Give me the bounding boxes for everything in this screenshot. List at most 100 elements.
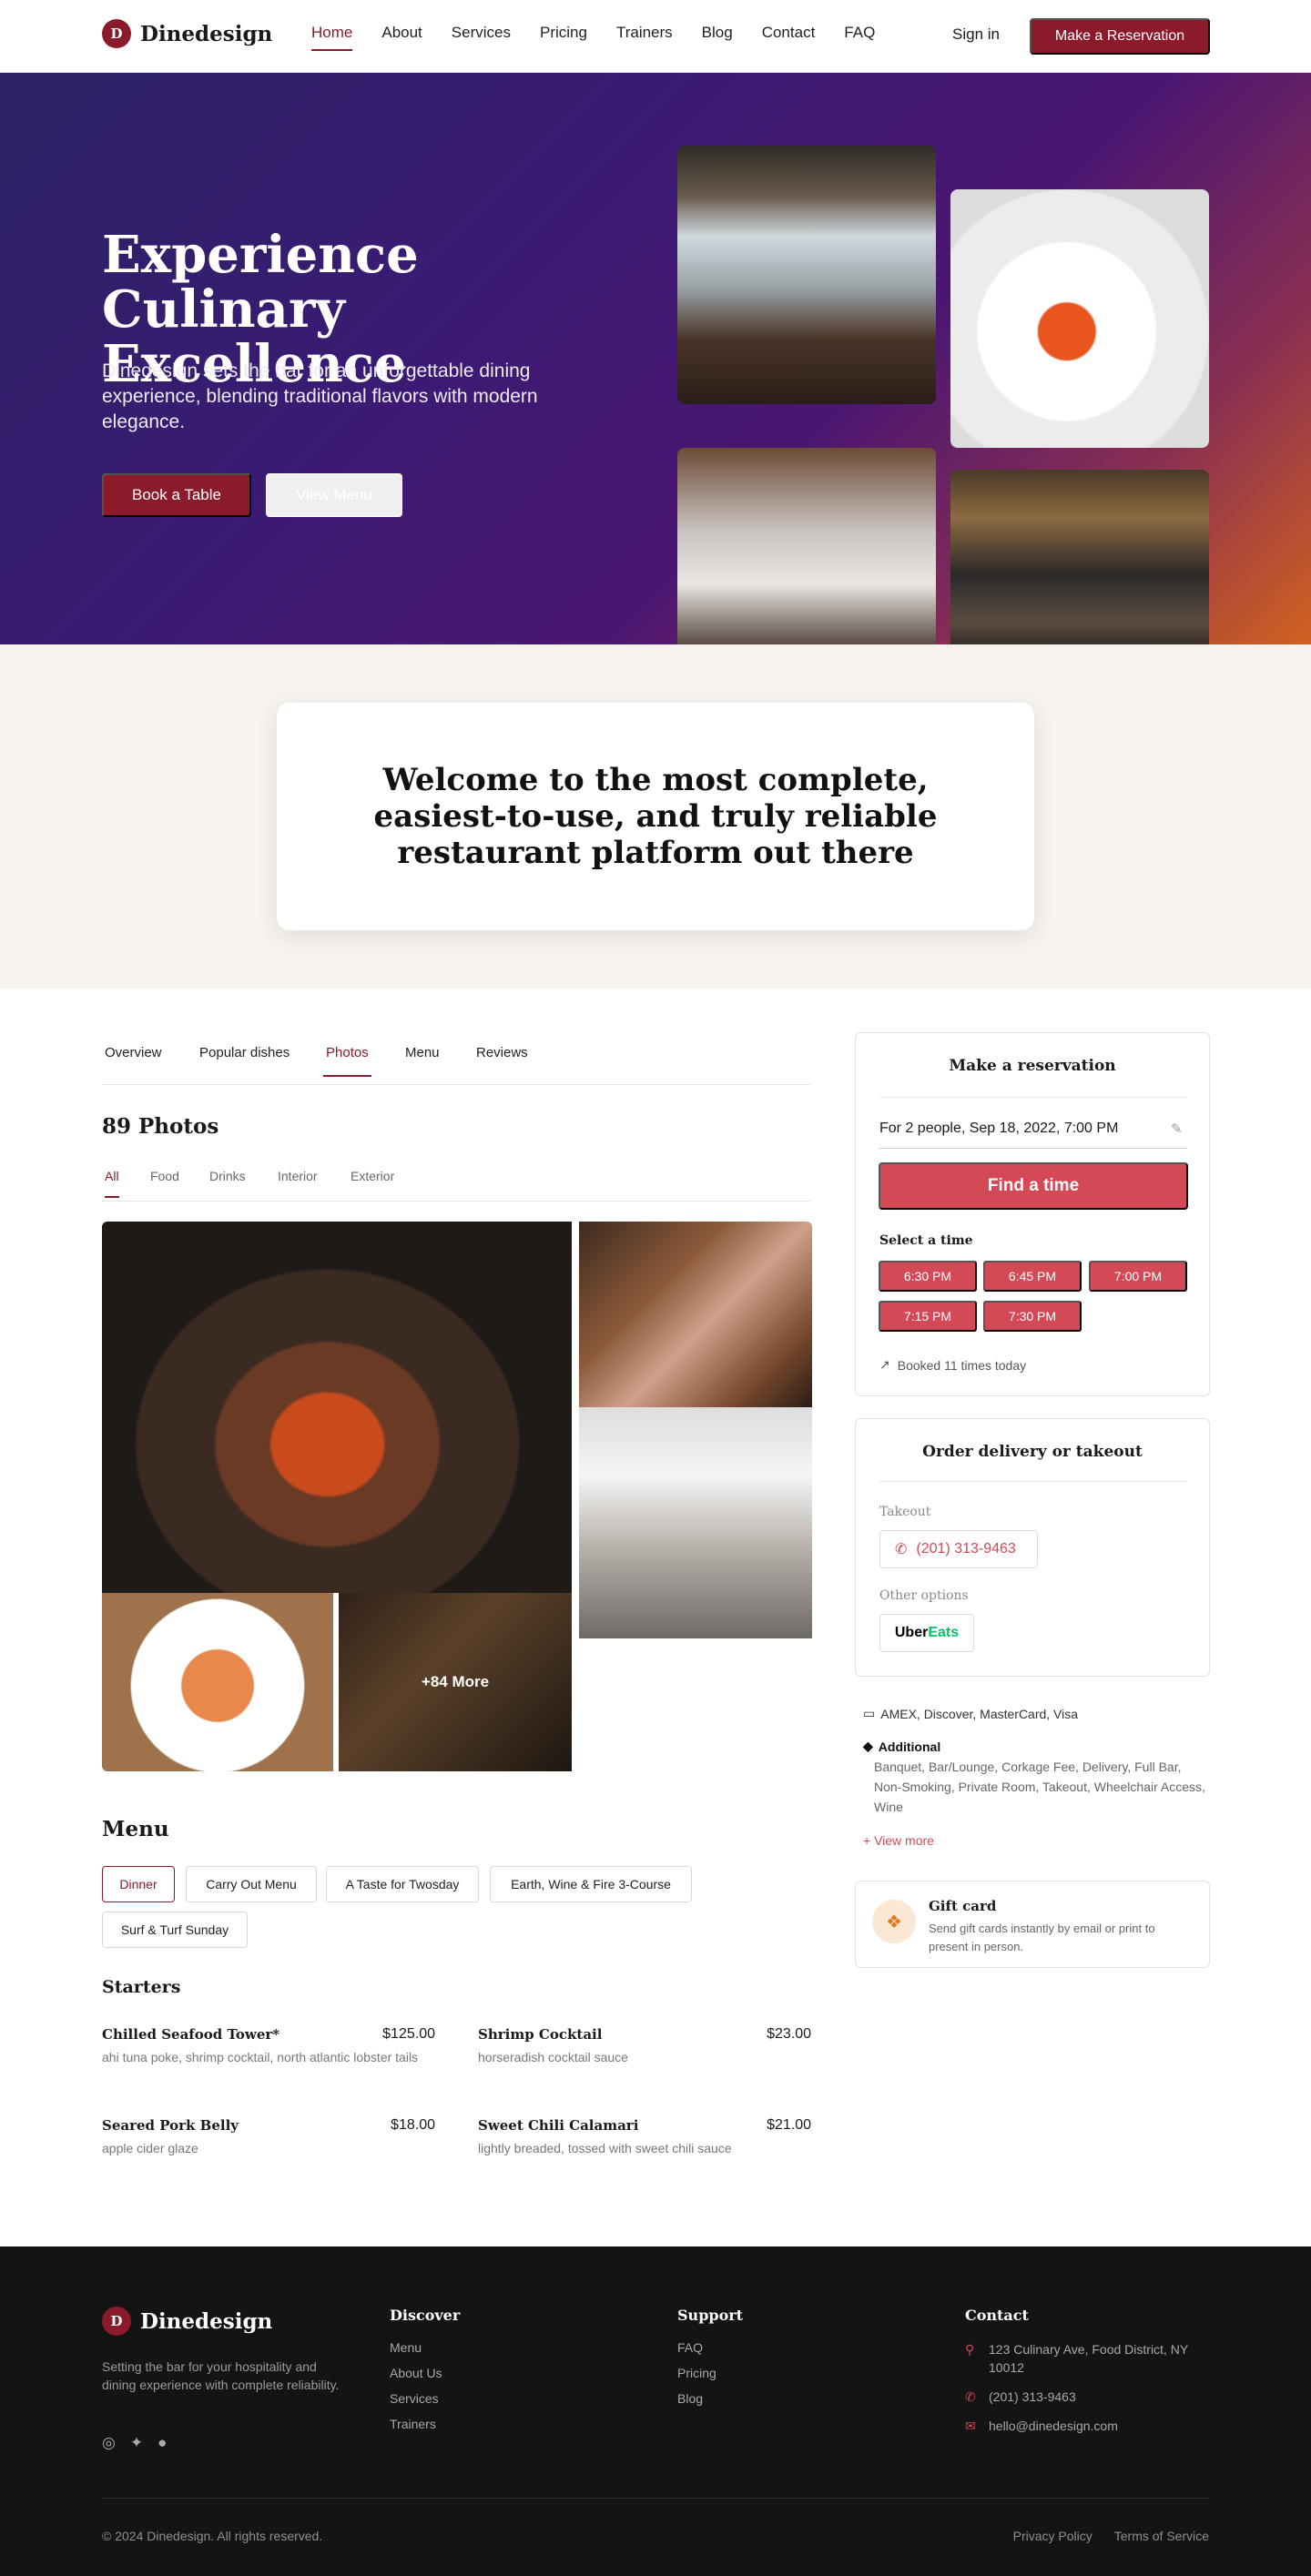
gift-card-title: Gift card bbox=[929, 1898, 997, 1914]
time-slot-button[interactable]: 6:45 PM bbox=[983, 1261, 1082, 1292]
terms-of-service-link[interactable]: Terms of Service bbox=[1114, 2529, 1209, 2543]
contact-address-text: 123 Culinary Ave, Food District, NY 1001… bbox=[989, 2342, 1188, 2375]
contact-address: ⚲ 123 Culinary Ave, Food District, NY 10… bbox=[965, 2340, 1211, 2377]
party-selector[interactable]: For 2 people, Sep 18, 2022, 7:00 PM bbox=[879, 1121, 1118, 1137]
tab-reviews[interactable]: Reviews bbox=[473, 1045, 531, 1075]
facebook-icon[interactable]: ● bbox=[158, 2434, 167, 2452]
uber-eats-logo-uber: Uber bbox=[894, 1625, 929, 1640]
content-tabs: Overview Popular dishes Photos Menu Revi… bbox=[102, 1034, 810, 1085]
contact-phone[interactable]: ✆ (201) 313-9463 bbox=[965, 2388, 1211, 2406]
hero-subtitle: Dinedesign sets the bar for an unforgett… bbox=[102, 360, 538, 432]
pencil-icon[interactable]: ✎ bbox=[1171, 1121, 1183, 1137]
filter-all[interactable]: All bbox=[105, 1169, 119, 1198]
nav-link-trainers[interactable]: Trainers bbox=[616, 24, 673, 51]
time-slot-button[interactable]: 7:30 PM bbox=[983, 1301, 1082, 1332]
social-links: ◎ ✦ ● bbox=[102, 2434, 167, 2452]
menu-category-earth-wine-fire[interactable]: Earth, Wine & Fire 3-Course bbox=[490, 1866, 692, 1902]
footer-link-pricing[interactable]: Pricing bbox=[677, 2366, 743, 2380]
welcome-card: Welcome to the most complete, easiest-to… bbox=[277, 703, 1034, 930]
menu-category-carry-out[interactable]: Carry Out Menu bbox=[186, 1866, 317, 1902]
divider bbox=[879, 1097, 1187, 1098]
uber-eats-button[interactable]: Uber Eats bbox=[879, 1614, 974, 1652]
booked-text: Booked 11 times today bbox=[897, 1357, 1027, 1373]
view-menu-button[interactable]: View Menu bbox=[266, 473, 402, 517]
filter-drinks[interactable]: Drinks bbox=[209, 1169, 246, 1196]
menu-item-price: $23.00 bbox=[767, 2026, 811, 2042]
footer-link-menu[interactable]: Menu bbox=[390, 2340, 460, 2355]
menu-category-twosday[interactable]: A Taste for Twosday bbox=[326, 1866, 479, 1902]
menu-category-dinner[interactable]: Dinner bbox=[102, 1866, 175, 1902]
menu-section-title: Starters bbox=[102, 1977, 181, 1997]
legal-links: Privacy Policy Terms of Service bbox=[1013, 2529, 1209, 2543]
tab-popular-dishes[interactable]: Popular dishes bbox=[197, 1045, 292, 1075]
tab-photos[interactable]: Photos bbox=[323, 1045, 371, 1077]
instagram-icon[interactable]: ◎ bbox=[102, 2434, 116, 2452]
nav-link-blog[interactable]: Blog bbox=[702, 24, 733, 51]
reservation-card: Make a reservation For 2 people, Sep 18,… bbox=[855, 1032, 1210, 1396]
footer-col-support: Support FAQ Pricing Blog bbox=[677, 2307, 743, 2417]
footer-link-blog[interactable]: Blog bbox=[677, 2391, 743, 2406]
find-time-button[interactable]: Find a time bbox=[879, 1162, 1188, 1210]
footer-logo[interactable]: D Dinedesign bbox=[102, 2307, 272, 2336]
takeout-phone-number: (201) 313-9463 bbox=[916, 1541, 1016, 1557]
make-reservation-button[interactable]: Make a Reservation bbox=[1030, 18, 1210, 55]
filter-food[interactable]: Food bbox=[150, 1169, 179, 1196]
hero-image-diners bbox=[950, 470, 1209, 644]
phone-icon: ✆ bbox=[965, 2389, 976, 2404]
nav-link-about[interactable]: About bbox=[381, 24, 422, 51]
gallery-photo-shrimp[interactable] bbox=[102, 1593, 333, 1771]
menu-item-name: Sweet Chili Calamari bbox=[478, 2117, 639, 2134]
hero-image-plated-dish bbox=[950, 189, 1209, 448]
hero-section: Experience Culinary Excellence Dinedesig… bbox=[0, 73, 1311, 644]
menu-item: Chilled Seafood Tower* $125.00 ahi tuna … bbox=[102, 2026, 435, 2066]
takeout-label: Takeout bbox=[879, 1505, 931, 1519]
footer-link-about-us[interactable]: About Us bbox=[390, 2366, 460, 2380]
filter-exterior[interactable]: Exterior bbox=[351, 1169, 394, 1196]
time-slot-button[interactable]: 7:15 PM bbox=[879, 1301, 977, 1332]
footer-link-services[interactable]: Services bbox=[390, 2391, 460, 2406]
copyright: © 2024 Dinedesign. All rights reserved. bbox=[102, 2529, 323, 2543]
gallery-photo-steak-lobster[interactable] bbox=[102, 1222, 572, 1593]
gallery-photo-sliced-meat[interactable] bbox=[579, 1222, 812, 1407]
footer-divider bbox=[102, 2498, 1209, 2499]
menu-category-surf-turf[interactable]: Surf & Turf Sunday bbox=[102, 1912, 248, 1948]
logo-text: Dinedesign bbox=[140, 2308, 273, 2334]
logo-badge: D bbox=[102, 19, 131, 48]
tab-overview[interactable]: Overview bbox=[102, 1045, 165, 1075]
menu-item-price: $21.00 bbox=[767, 2117, 811, 2133]
book-table-button[interactable]: Book a Table bbox=[102, 473, 251, 517]
time-slot-button[interactable]: 7:00 PM bbox=[1089, 1261, 1187, 1292]
nav-link-home[interactable]: Home bbox=[311, 24, 353, 51]
delivery-card: Order delivery or takeout Takeout ✆ (201… bbox=[855, 1418, 1210, 1677]
menu-item-name: Seared Pork Belly bbox=[102, 2117, 239, 2134]
nav-link-services[interactable]: Services bbox=[452, 24, 511, 51]
more-photos-label[interactable]: +84 More bbox=[339, 1593, 572, 1771]
takeout-phone-button[interactable]: ✆ (201) 313-9463 bbox=[879, 1530, 1038, 1568]
contact-email[interactable]: ✉ hello@dinedesign.com bbox=[965, 2417, 1211, 2435]
nav-link-faq[interactable]: FAQ bbox=[844, 24, 875, 51]
credit-card-icon: ▭ bbox=[863, 1706, 876, 1720]
trending-up-icon: ↗ bbox=[879, 1357, 890, 1372]
nav-link-pricing[interactable]: Pricing bbox=[540, 24, 587, 51]
contact-email-text: hello@dinedesign.com bbox=[989, 2419, 1118, 2433]
footer-link-trainers[interactable]: Trainers bbox=[390, 2417, 460, 2431]
sign-in-link[interactable]: Sign in bbox=[952, 25, 1000, 44]
photo-filter-tabs: All Food Drinks Interior Exterior bbox=[102, 1160, 810, 1202]
logo[interactable]: D Dinedesign bbox=[102, 19, 272, 48]
privacy-policy-link[interactable]: Privacy Policy bbox=[1013, 2529, 1092, 2543]
nav-link-contact[interactable]: Contact bbox=[762, 24, 816, 51]
filter-interior[interactable]: Interior bbox=[278, 1169, 318, 1196]
menu-item-desc: apple cider glaze bbox=[102, 2141, 198, 2155]
tab-menu[interactable]: Menu bbox=[402, 1045, 442, 1075]
gallery-photo-chef[interactable] bbox=[579, 1407, 812, 1638]
divider bbox=[879, 1481, 1187, 1482]
select-time-label: Select a time bbox=[879, 1233, 973, 1248]
menu-item-name: Shrimp Cocktail bbox=[478, 2026, 603, 2043]
logo-badge: D bbox=[102, 2307, 131, 2336]
twitter-icon[interactable]: ✦ bbox=[130, 2434, 143, 2452]
view-more-link[interactable]: + View more bbox=[863, 1833, 934, 1848]
time-slot-button[interactable]: 6:30 PM bbox=[879, 1261, 977, 1292]
gallery-photo-more[interactable]: +84 More bbox=[339, 1593, 572, 1771]
gift-card[interactable]: ❖ Gift card Send gift cards instantly by… bbox=[855, 1881, 1210, 1968]
footer-link-faq[interactable]: FAQ bbox=[677, 2340, 743, 2355]
